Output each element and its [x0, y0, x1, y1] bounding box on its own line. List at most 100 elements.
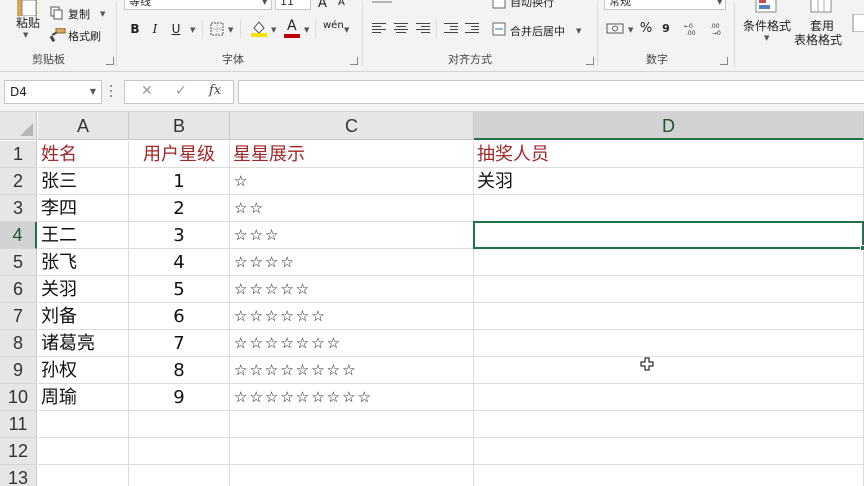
cell-d13[interactable]	[474, 465, 864, 486]
align-center-icon[interactable]	[394, 23, 408, 35]
font-name-combo[interactable]: 等线	[124, 0, 272, 10]
cell-b12[interactable]	[129, 438, 230, 465]
border-dropdown-arrow[interactable]: ▼	[228, 26, 233, 34]
cell-c10[interactable]: ☆☆☆☆☆☆☆☆☆	[230, 384, 474, 411]
cell-c7[interactable]: ☆☆☆☆☆☆	[230, 303, 474, 330]
enter-icon[interactable]: ✓	[175, 83, 187, 99]
cell-a6[interactable]: 关羽	[38, 276, 129, 303]
cell-b3[interactable]: 2	[129, 195, 230, 222]
font-size-combo[interactable]: 11	[275, 0, 311, 10]
column-header-d[interactable]: D	[474, 112, 864, 140]
cell-b10[interactable]: 9	[129, 384, 230, 411]
cell-b6[interactable]: 5	[129, 276, 230, 303]
formula-input[interactable]	[238, 80, 864, 104]
name-box-dropdown-arrow[interactable]: ▼	[90, 81, 96, 103]
cell-c11[interactable]	[230, 411, 474, 438]
underline-dropdown-arrow[interactable]: ▼	[190, 26, 195, 34]
format-painter-button[interactable]: 格式刷	[48, 26, 110, 44]
column-header-c[interactable]: C	[230, 112, 474, 140]
conditional-formatting-dropdown-arrow[interactable]: ▼	[764, 34, 769, 42]
fill-color-dropdown-arrow[interactable]: ▼	[271, 26, 276, 34]
align-right-icon[interactable]	[416, 23, 430, 35]
cell-b9[interactable]: 8	[129, 357, 230, 384]
merge-dropdown-arrow[interactable]: ▼	[576, 27, 581, 35]
align-left-icon[interactable]	[372, 23, 386, 35]
phonetic-dropdown-arrow[interactable]: ▼	[344, 26, 349, 34]
cell-d4[interactable]	[474, 222, 864, 249]
row-header-3[interactable]: 3	[0, 195, 37, 222]
column-header-b[interactable]: B	[129, 112, 230, 140]
underline-button[interactable]: U	[166, 19, 186, 39]
row-header-9[interactable]: 9	[0, 357, 37, 384]
cell-d1[interactable]: 抽奖人员	[474, 141, 864, 168]
cell-c13[interactable]	[230, 465, 474, 486]
cell-a1[interactable]: 姓名	[38, 141, 129, 168]
cell-styles-icon[interactable]	[852, 14, 864, 32]
cell-c8[interactable]: ☆☆☆☆☆☆☆	[230, 330, 474, 357]
row-header-13[interactable]: 13	[0, 465, 37, 486]
border-icon[interactable]	[210, 22, 224, 36]
cancel-icon[interactable]: ✕	[141, 83, 153, 99]
row-header-11[interactable]: 11	[0, 411, 37, 438]
increase-indent-icon[interactable]	[465, 23, 479, 35]
cell-d7[interactable]	[474, 303, 864, 330]
row-header-6[interactable]: 6	[0, 276, 37, 303]
cell-b7[interactable]: 6	[129, 303, 230, 330]
bold-button[interactable]: B	[125, 19, 145, 39]
cell-a10[interactable]: 周瑜	[38, 384, 129, 411]
wrap-text-button[interactable]: 自动换行	[492, 0, 562, 10]
font-launcher-icon[interactable]	[350, 57, 358, 65]
row-header-10[interactable]: 10	[0, 384, 37, 411]
name-box[interactable]: D4 ▼	[4, 80, 102, 104]
row-header-4[interactable]: 4	[0, 222, 37, 249]
worksheet-grid[interactable]: A B C D 1 姓名 用户星级 星星展示 抽奖人员 2 张三 1 ☆ 关羽 3 李四 2 ☆☆ 4 王二 3 ☆☆☆ 5…	[0, 112, 864, 486]
cell-d2[interactable]: 关羽	[474, 168, 864, 195]
decrease-indent-icon[interactable]	[444, 23, 458, 35]
cell-b11[interactable]	[129, 411, 230, 438]
number-format-dropdown-arrow[interactable]: ▼	[717, 0, 722, 6]
decrease-decimal-icon[interactable]: .00 →0	[710, 22, 730, 36]
shrink-font-icon[interactable]: A	[338, 0, 345, 8]
select-all-button[interactable]	[0, 112, 37, 140]
cell-a7[interactable]: 刘备	[38, 303, 129, 330]
cell-a13[interactable]	[38, 465, 129, 486]
phonetic-guide-icon[interactable]: wén	[323, 20, 344, 31]
percent-button[interactable]: %	[636, 19, 656, 39]
cell-b1[interactable]: 用户星级	[129, 141, 230, 168]
number-format-combo[interactable]: 常规	[604, 0, 726, 10]
cell-c2[interactable]: ☆	[230, 168, 474, 195]
currency-icon[interactable]	[606, 22, 626, 36]
cell-b8[interactable]: 7	[129, 330, 230, 357]
cell-d3[interactable]	[474, 195, 864, 222]
copy-button[interactable]: 复制 ▼	[48, 4, 110, 22]
increase-decimal-icon[interactable]: ←0 .00	[684, 22, 704, 36]
paste-button[interactable]: 粘贴 ▼	[8, 0, 46, 46]
row-header-8[interactable]: 8	[0, 330, 37, 357]
cell-c1[interactable]: 星星展示	[230, 141, 474, 168]
cell-c5[interactable]: ☆☆☆☆	[230, 249, 474, 276]
cell-b5[interactable]: 4	[129, 249, 230, 276]
row-header-1[interactable]: 1	[0, 141, 37, 168]
cell-a9[interactable]: 孙权	[38, 357, 129, 384]
cell-b2[interactable]: 1	[129, 168, 230, 195]
column-header-a[interactable]: A	[38, 112, 129, 140]
cell-b13[interactable]	[129, 465, 230, 486]
fill-color-icon[interactable]	[250, 19, 268, 37]
cell-d8[interactable]	[474, 330, 864, 357]
cell-c4[interactable]: ☆☆☆	[230, 222, 474, 249]
format-as-table-button[interactable]: 套用 表格格式	[794, 0, 848, 47]
fill-handle[interactable]	[860, 245, 864, 251]
conditional-formatting-button[interactable]: 条件格式 ▼	[740, 0, 792, 46]
cell-a5[interactable]: 张飞	[38, 249, 129, 276]
formula-bar-grip[interactable]	[110, 85, 113, 99]
orientation-icon[interactable]	[372, 0, 392, 10]
clipboard-launcher-icon[interactable]	[106, 57, 114, 65]
cell-c6[interactable]: ☆☆☆☆☆	[230, 276, 474, 303]
font-name-dropdown-arrow[interactable]: ▼	[262, 0, 267, 6]
cell-d12[interactable]	[474, 438, 864, 465]
cell-a11[interactable]	[38, 411, 129, 438]
cell-a12[interactable]	[38, 438, 129, 465]
cell-d6[interactable]	[474, 276, 864, 303]
cell-a8[interactable]: 诸葛亮	[38, 330, 129, 357]
grow-font-icon[interactable]: A	[318, 0, 327, 11]
